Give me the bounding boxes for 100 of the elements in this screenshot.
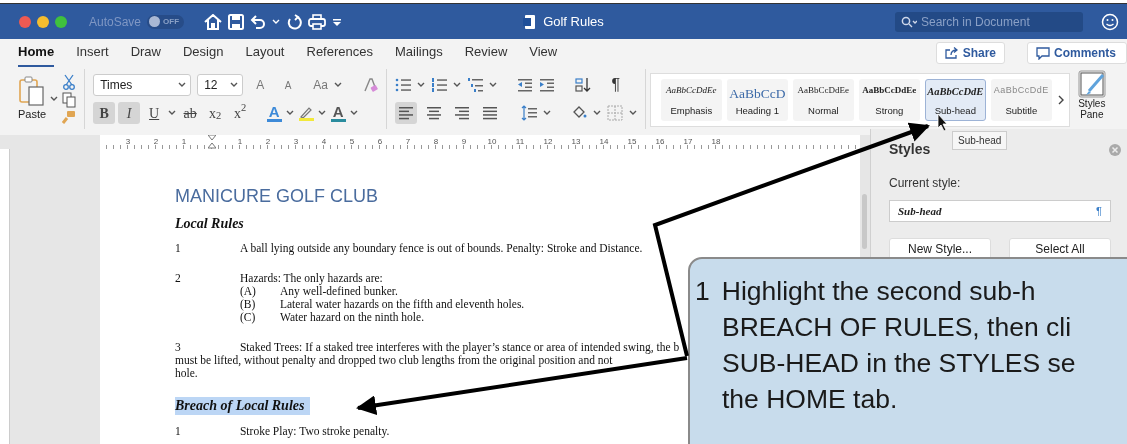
show-formatting-button[interactable]: ¶ (604, 74, 627, 96)
styles-pane-icon (1076, 69, 1107, 99)
undo-icon[interactable] (250, 13, 267, 30)
search-icon (901, 15, 917, 28)
ribbon-tab[interactable]: References (306, 39, 373, 67)
instruction-text: BREACH OF RULES, then cli (721, 311, 1073, 344)
subscript-button[interactable]: x$_{2}$ (204, 102, 227, 124)
ruler: 3 2 1 1 2 3 4 5 6 7 8 9 10 11 12 13 14 15 16 17 18 (100, 135, 860, 149)
strike-button[interactable]: ab (179, 102, 202, 124)
select-all-button[interactable]: Select All (1009, 238, 1111, 260)
rule-text: Stroke Play: Two stroke penalty. (239, 424, 390, 438)
line-spacing-icon[interactable] (520, 105, 537, 121)
change-case-button[interactable]: Aa (313, 74, 328, 96)
instruction-text: 1 Highlight the second sub-h (695, 275, 1037, 308)
caret-icon[interactable] (416, 82, 425, 88)
underline-button[interactable]: U (143, 102, 166, 124)
sort-icon[interactable] (574, 77, 591, 93)
italic-button[interactable]: I (118, 102, 141, 124)
ribbon-tab[interactable]: View (529, 39, 558, 67)
style-option[interactable]: AaBbCcDdEe Emphasis (660, 79, 722, 121)
highlight-button[interactable] (297, 105, 316, 121)
caret-icon[interactable] (628, 110, 637, 116)
caret-icon[interactable] (318, 110, 327, 116)
caret-icon[interactable] (350, 110, 359, 116)
shrink-font-button[interactable]: A (277, 74, 300, 96)
scissors-icon[interactable] (62, 74, 77, 90)
caret-icon[interactable] (286, 110, 295, 116)
caret-icon[interactable] (168, 110, 177, 116)
indent-marker-icon[interactable] (208, 135, 216, 149)
new-style-button[interactable]: New Style... (889, 238, 991, 260)
ribbon-tab[interactable]: Insert (76, 39, 109, 67)
bold-button[interactable]: B (93, 102, 116, 124)
item-number: 1 (174, 242, 182, 256)
ribbon-tab[interactable]: Draw (130, 39, 161, 67)
decrease-indent-icon[interactable] (516, 78, 533, 92)
ribbon-tab[interactable]: Layout (245, 39, 285, 67)
ribbon-tab[interactable]: Mailings (395, 39, 443, 67)
numbered-list-icon[interactable] (430, 77, 447, 93)
instruction-text: SUB-HEAD in the STYLES se (721, 347, 1077, 380)
item-letter: (A) (239, 285, 257, 299)
instruction-text: the HOME tab. (721, 383, 899, 416)
comment-icon (1036, 46, 1050, 60)
align-left-button[interactable] (394, 102, 417, 124)
caret-icon[interactable] (592, 110, 601, 116)
chevron-right-icon[interactable] (1056, 95, 1065, 105)
item-number: 1 (174, 424, 182, 438)
comments-button[interactable]: Comments (1027, 42, 1127, 64)
style-option[interactable]: AaBbCcDdE Subtitle (990, 79, 1052, 121)
current-style-field[interactable]: Sub-head ¶ (889, 200, 1111, 222)
caret-icon[interactable] (333, 82, 342, 88)
share-icon (944, 47, 959, 59)
styles-pane-button[interactable]: Styles Pane (1072, 69, 1111, 129)
caret-icon[interactable] (50, 96, 59, 102)
font-name-select[interactable]: Times (93, 74, 192, 96)
rule-text: Water hazard on the ninth hole. (279, 311, 425, 325)
font-size-select[interactable]: 12 (197, 74, 244, 96)
item-letter: (C) (239, 311, 257, 325)
caret-icon[interactable] (542, 110, 551, 116)
home-icon[interactable] (204, 13, 223, 30)
pane-title: Styles (889, 140, 931, 159)
style-option[interactable]: AaBbCcDdE Sub-head (924, 79, 986, 121)
search-field[interactable]: Search in Document (895, 11, 1083, 32)
superscript-button[interactable]: x$^{2}$ (229, 102, 252, 124)
style-option[interactable]: AaBbCcDdEe Strong (858, 79, 920, 121)
caret-icon[interactable] (230, 82, 239, 88)
caret-icon[interactable] (178, 82, 187, 88)
rule-text: Lateral water hazards on the fifth and eleventh holes. (279, 298, 525, 312)
align-left-icon (397, 106, 414, 120)
caret-icon[interactable] (452, 82, 461, 88)
ribbon-tab[interactable]: Design (183, 39, 224, 67)
align-center-icon (425, 106, 442, 120)
font-color-button[interactable]: A (329, 104, 348, 122)
scrollbar-thumb[interactable] (862, 194, 867, 249)
zoom-button[interactable] (55, 15, 67, 28)
paste-button[interactable]: Paste (18, 75, 47, 123)
minimize-button[interactable] (37, 15, 49, 28)
document-title: MANICURE GOLF CLUB (174, 185, 379, 207)
share-button[interactable]: Share (935, 42, 1005, 64)
ribbon-tab[interactable]: Home (18, 39, 55, 67)
increase-indent-icon[interactable] (538, 78, 555, 92)
item-number: 3 (174, 341, 182, 355)
save-icon[interactable] (228, 13, 245, 30)
multilevel-list-icon[interactable] (466, 77, 483, 93)
rule-text: must be lifted, without penalty and dropped two club lengths from the original position and not hole. (174, 354, 613, 381)
eraser-icon[interactable] (361, 77, 378, 93)
rule-text: Staked Trees: If a staked tree interferes with the player’s stance or area of intended swing, the b (239, 341, 680, 354)
print-icon[interactable] (308, 13, 327, 30)
bulleted-list-icon[interactable] (394, 77, 411, 93)
customize-icon[interactable] (332, 16, 343, 27)
align-right-icon (453, 106, 470, 120)
grow-font-button[interactable]: A (249, 74, 272, 96)
style-option[interactable]: AaBbCcD Heading 1 (726, 79, 788, 121)
smiley-icon[interactable] (1101, 12, 1119, 31)
caret-icon[interactable] (488, 82, 497, 88)
ribbon-tab[interactable]: Review (464, 39, 508, 67)
align-justify-icon (481, 106, 498, 120)
style-option[interactable]: AaBbCcDdEe Normal (792, 79, 854, 121)
copy-icon[interactable] (62, 92, 77, 108)
document-heading: Breach of Local Rules (174, 397, 311, 416)
redo-icon[interactable] (286, 13, 303, 30)
